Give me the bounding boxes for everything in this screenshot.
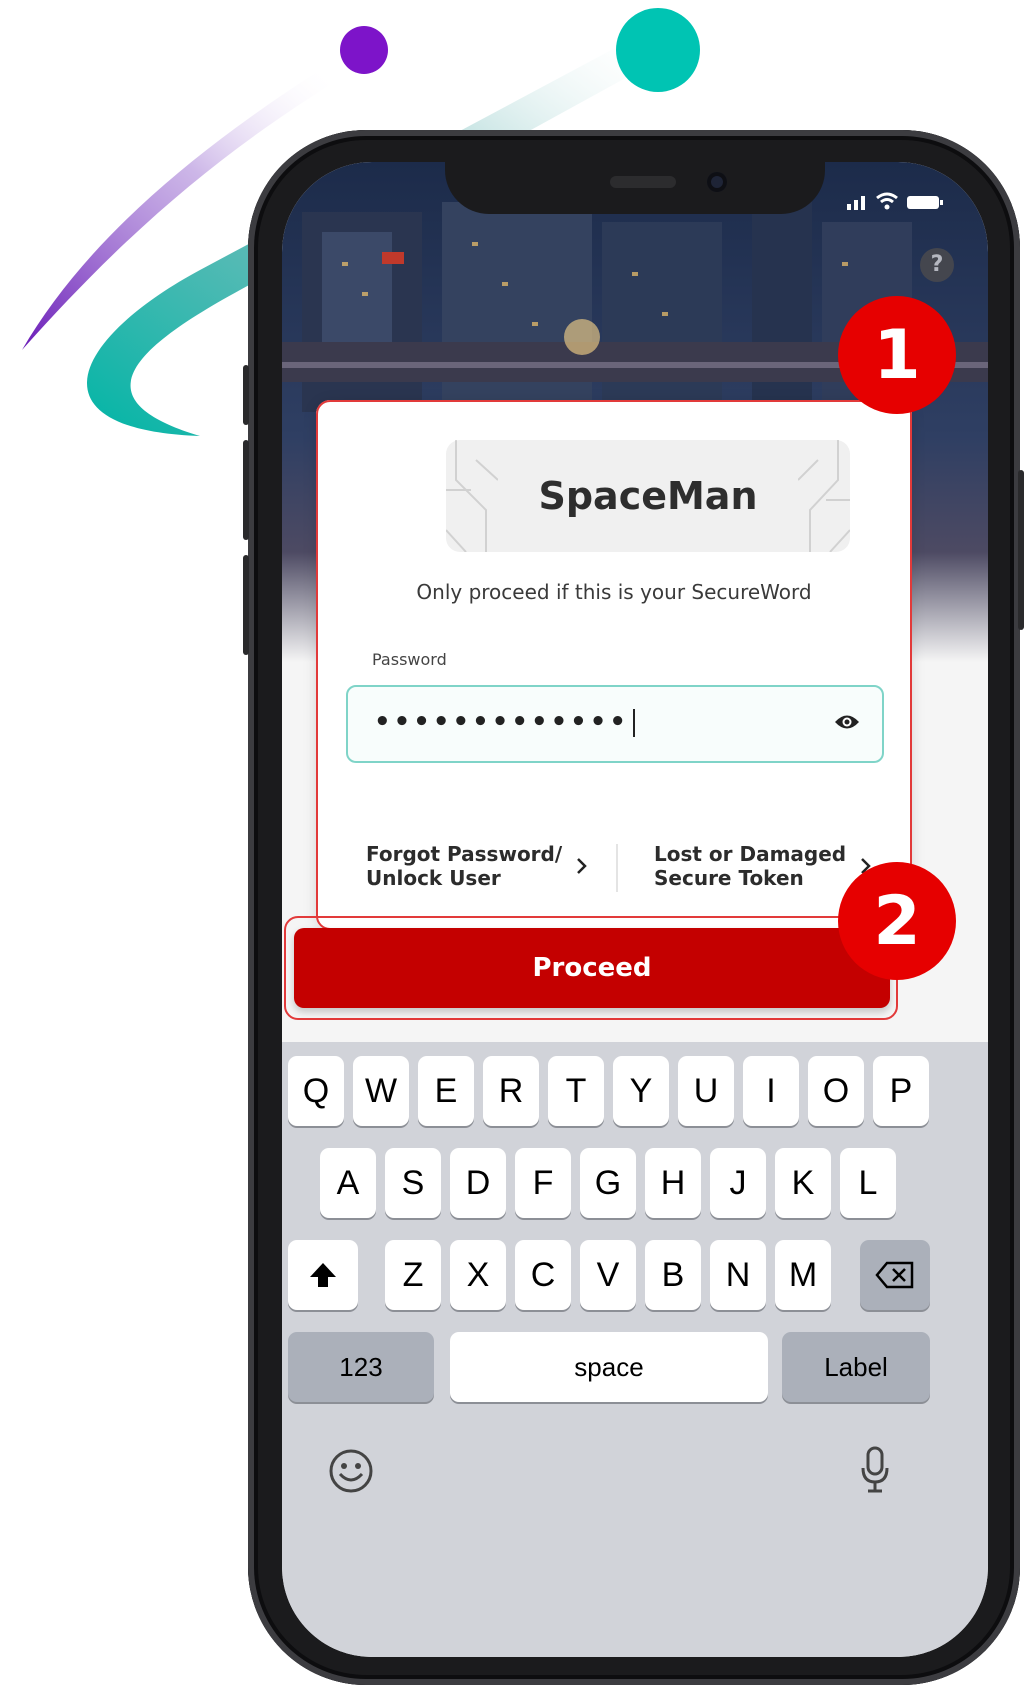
- key-p[interactable]: P: [873, 1056, 929, 1126]
- key-j[interactable]: J: [710, 1148, 766, 1218]
- phone-notch: [445, 162, 825, 214]
- speaker-grille: [610, 176, 676, 188]
- status-indicators: [847, 192, 943, 210]
- key-r[interactable]: R: [483, 1056, 539, 1126]
- signal-icon: [847, 196, 865, 210]
- key-o[interactable]: O: [808, 1056, 864, 1126]
- microphone-icon[interactable]: [860, 1446, 890, 1494]
- key-w[interactable]: W: [353, 1056, 409, 1126]
- key-h[interactable]: H: [645, 1148, 701, 1218]
- backspace-icon: [875, 1261, 914, 1289]
- space-key[interactable]: space: [450, 1332, 768, 1402]
- key-i[interactable]: I: [743, 1056, 799, 1126]
- key-c[interactable]: C: [515, 1240, 571, 1310]
- front-camera: [707, 172, 727, 192]
- key-k[interactable]: K: [775, 1148, 831, 1218]
- key-y[interactable]: Y: [613, 1056, 669, 1126]
- highlight-box-2: [284, 916, 898, 1020]
- key-x[interactable]: X: [450, 1240, 506, 1310]
- key-q[interactable]: Q: [288, 1056, 344, 1126]
- key-e[interactable]: E: [418, 1056, 474, 1126]
- key-a[interactable]: A: [320, 1148, 376, 1218]
- highlight-box-1: [316, 400, 912, 930]
- battery-icon: [907, 196, 943, 209]
- key-s[interactable]: S: [385, 1148, 441, 1218]
- phone-side-button: [1018, 470, 1024, 630]
- key-z[interactable]: Z: [385, 1240, 441, 1310]
- key-t[interactable]: T: [548, 1056, 604, 1126]
- key-u[interactable]: U: [678, 1056, 734, 1126]
- phone-side-button: [243, 365, 249, 425]
- phone-side-button: [243, 555, 249, 655]
- key-m[interactable]: M: [775, 1240, 831, 1310]
- key-n[interactable]: N: [710, 1240, 766, 1310]
- key-b[interactable]: B: [645, 1240, 701, 1310]
- key-g[interactable]: G: [580, 1148, 636, 1218]
- phone-side-button: [243, 440, 249, 540]
- on-screen-keyboard: Q W E R T Y U I O P A S D F G H J K L Z …: [282, 1042, 988, 1657]
- step-badge-1: 1: [838, 296, 956, 414]
- key-l[interactable]: L: [840, 1148, 896, 1218]
- numbers-key[interactable]: 123: [288, 1332, 434, 1402]
- key-v[interactable]: V: [580, 1240, 636, 1310]
- return-key[interactable]: Label: [782, 1332, 930, 1402]
- shift-icon: [310, 1263, 336, 1287]
- backspace-key[interactable]: [860, 1240, 930, 1310]
- wifi-icon: [876, 192, 898, 204]
- emoji-icon[interactable]: [328, 1448, 374, 1494]
- help-icon[interactable]: ?: [920, 248, 954, 282]
- key-d[interactable]: D: [450, 1148, 506, 1218]
- step-badge-2: 2: [838, 862, 956, 980]
- shift-key[interactable]: [288, 1240, 358, 1310]
- key-f[interactable]: F: [515, 1148, 571, 1218]
